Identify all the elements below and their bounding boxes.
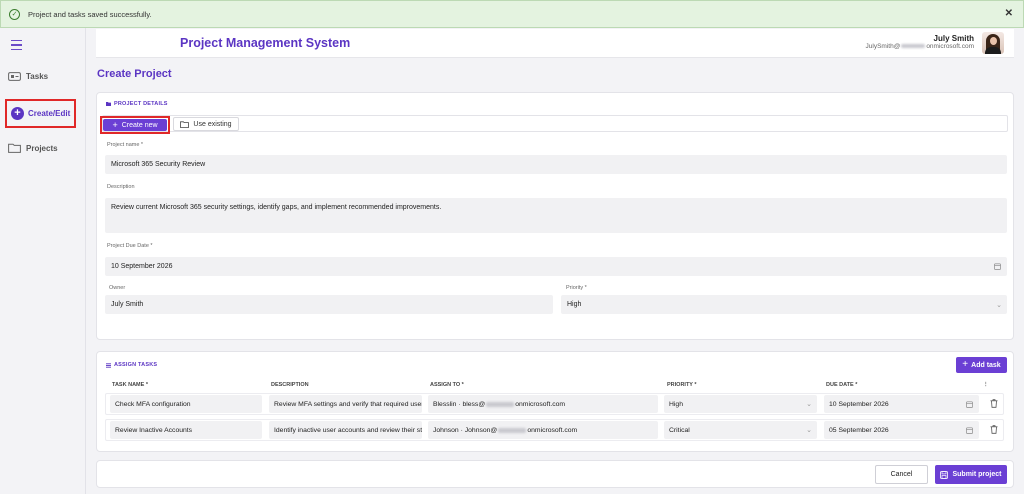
- trash-icon[interactable]: [990, 399, 998, 408]
- sidebar-item-label: Create/Edit: [28, 109, 71, 118]
- column-header: ASSIGN TO *: [430, 382, 464, 388]
- description-input[interactable]: Review current Microsoft 365 security se…: [105, 198, 1007, 233]
- chevron-down-icon: ⌄: [806, 427, 812, 434]
- assign-tasks-card: ASSIGN TASKS + Add task TASK NAME * DESCR…: [96, 351, 1014, 452]
- project-name-label: Project name *: [107, 142, 144, 148]
- column-header: DUE DATE *: [826, 382, 858, 388]
- folder-icon: [106, 102, 111, 106]
- calendar-icon[interactable]: [966, 400, 973, 408]
- task-due-date-input[interactable]: 10 September 2026: [824, 395, 979, 413]
- app-header: Project Management System July Smith Jul…: [96, 29, 1014, 58]
- plus-circle-icon: +: [11, 107, 24, 120]
- task-description-input[interactable]: Identify inactive user accounts and revi…: [269, 421, 422, 439]
- task-description-input[interactable]: Review MFA settings and verify that requ…: [269, 395, 422, 413]
- task-priority-select[interactable]: Critical ⌄: [664, 421, 817, 439]
- cancel-button[interactable]: Cancel: [875, 465, 928, 484]
- check-circle-icon: ✓: [9, 8, 20, 20]
- due-date-input[interactable]: 10 September 2026: [105, 257, 1007, 276]
- task-priority-select[interactable]: High ⌄: [664, 395, 817, 413]
- owner-label: Owner: [109, 285, 126, 291]
- task-name-input[interactable]: Review Inactive Accounts: [110, 421, 262, 439]
- task-due-date-input[interactable]: 05 September 2026: [824, 421, 979, 439]
- sidebar-item-label: Projects: [26, 143, 58, 153]
- plus-icon: +: [962, 359, 969, 370]
- sidebar: Tasks + Create/Edit Projects: [0, 28, 86, 494]
- owner-input[interactable]: July Smith: [105, 295, 553, 314]
- user-info: July Smith JulySmith@ onmicrosoft.com: [866, 34, 974, 50]
- form-actions: Cancel Submit project: [96, 460, 1014, 488]
- column-header: TASK NAME *: [112, 382, 148, 388]
- plus-icon: +: [112, 119, 118, 130]
- task-name-input[interactable]: Check MFA configuration: [110, 395, 262, 413]
- submit-project-button[interactable]: Submit project: [935, 465, 1007, 484]
- sidebar-item-tasks[interactable]: Tasks: [8, 72, 48, 81]
- user-email: JulySmith@ onmicrosoft.com: [865, 43, 974, 50]
- description-label: Description: [107, 184, 135, 190]
- list-icon: [106, 362, 111, 368]
- section-title: ASSIGN TASKS: [106, 362, 157, 368]
- calendar-icon[interactable]: [966, 426, 973, 434]
- column-header: DESCRIPTION: [271, 382, 309, 388]
- sidebar-item-create-edit[interactable]: + Create/Edit: [5, 99, 76, 128]
- chevron-down-icon: ⌄: [806, 401, 812, 408]
- sidebar-item-projects[interactable]: Projects: [8, 143, 58, 153]
- add-task-button[interactable]: + Add task: [956, 357, 1007, 373]
- sidebar-item-label: Tasks: [26, 72, 49, 81]
- use-existing-button[interactable]: Use existing: [173, 117, 239, 131]
- project-name-input[interactable]: Microsoft 365 Security Review: [105, 155, 1007, 174]
- user-name: July Smith: [933, 34, 974, 43]
- priority-label: Priority *: [566, 285, 587, 291]
- toast-message: Project and tasks saved successfully.: [28, 9, 152, 19]
- create-new-button[interactable]: + Create new: [100, 116, 170, 134]
- assign-to-input[interactable]: Johnson · Johnson@ onmicrosoft.com: [428, 421, 658, 439]
- save-icon: [940, 470, 949, 479]
- priority-select[interactable]: High ⌄: [561, 295, 1007, 314]
- page-title: Create Project: [97, 68, 172, 80]
- hamburger-menu-icon[interactable]: [11, 40, 22, 53]
- section-title: PROJECT DETAILS: [106, 101, 168, 107]
- project-details-card: PROJECT DETAILS + Create new Use existing…: [96, 92, 1014, 340]
- more-options-icon[interactable]: ⋮: [983, 382, 989, 388]
- close-icon[interactable]: ✕: [1005, 8, 1013, 19]
- app-title: Project Management System: [180, 36, 351, 50]
- folder-icon: [180, 120, 190, 128]
- chevron-down-icon: ⌄: [996, 301, 1002, 309]
- folder-icon: [8, 143, 21, 153]
- calendar-icon[interactable]: [994, 263, 1001, 270]
- trash-icon[interactable]: [990, 425, 998, 434]
- avatar[interactable]: [982, 32, 1004, 54]
- assign-to-input[interactable]: Blesslin · bless@ onmicrosoft.com: [428, 395, 658, 413]
- tasks-icon: [8, 72, 21, 81]
- due-date-label: Project Due Date *: [107, 243, 153, 249]
- success-toast: ✓ Project and tasks saved successfully. …: [0, 0, 1024, 28]
- column-header: PRIORITY *: [667, 382, 697, 388]
